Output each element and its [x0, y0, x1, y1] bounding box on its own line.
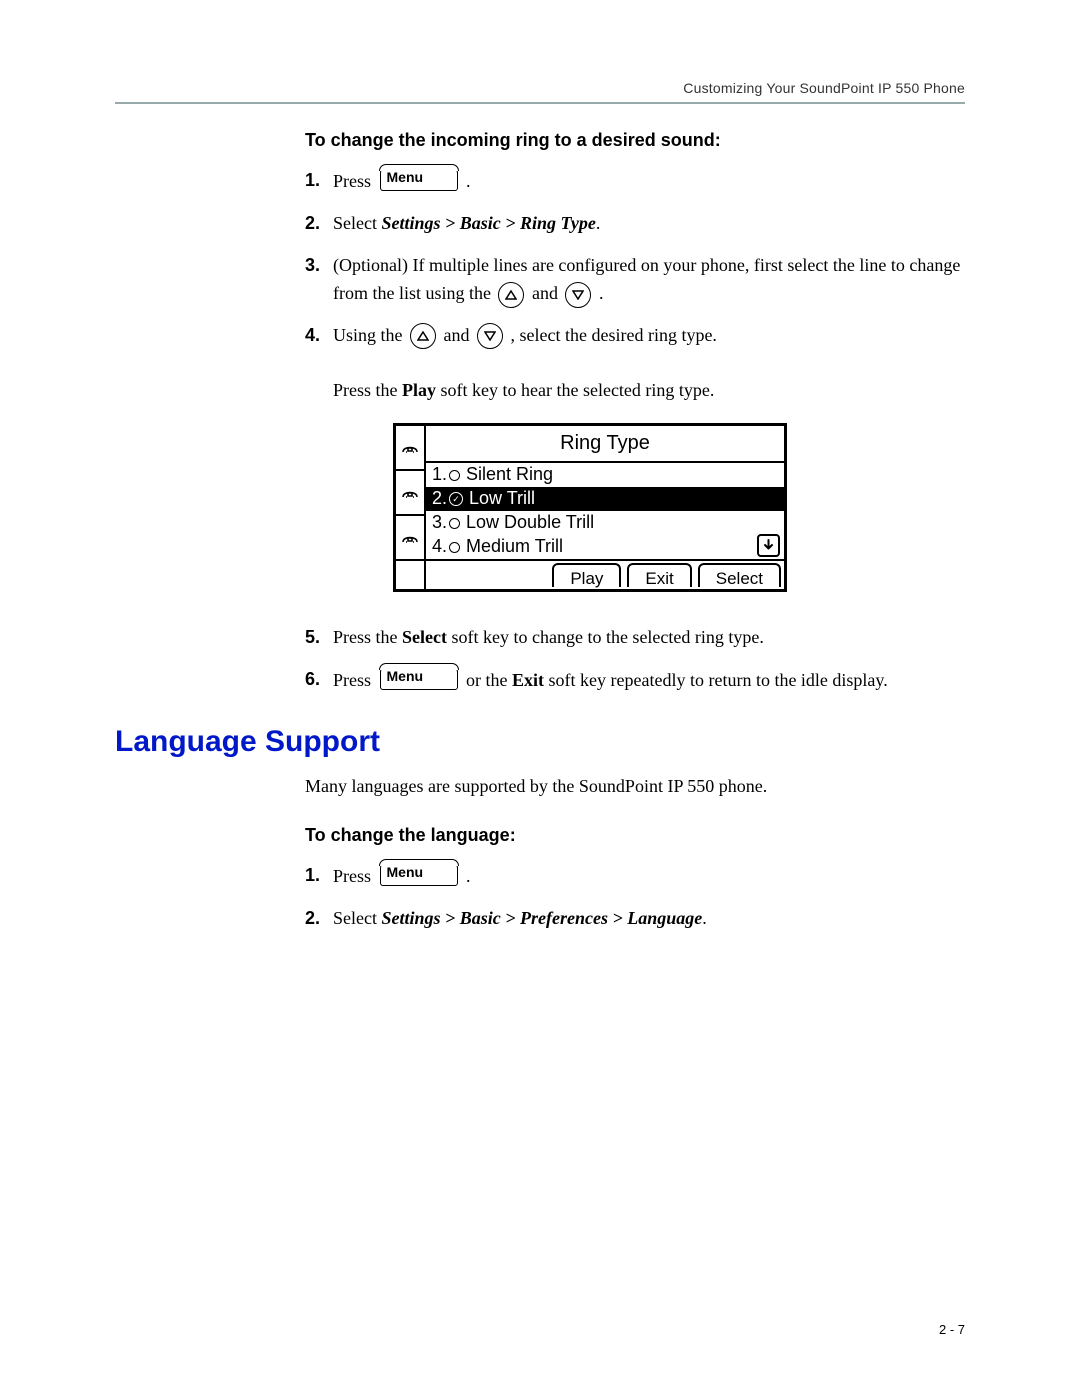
- step-body: Select Settings > Basic > Ring Type.: [333, 210, 965, 238]
- text: and: [532, 283, 563, 303]
- step-number: 4.: [305, 322, 333, 350]
- menu-button-icon: Menu: [380, 167, 458, 191]
- line-icon: [396, 516, 424, 559]
- step-body: Press Menu .: [333, 167, 965, 196]
- scroll-down-icon: [757, 534, 780, 557]
- running-head: Customizing Your SoundPoint IP 550 Phone: [115, 80, 965, 96]
- text: and: [444, 325, 475, 345]
- page: Customizing Your SoundPoint IP 550 Phone…: [0, 0, 1080, 1397]
- lcd-list: 1. Silent Ring 2. ✓ Low Trill: [426, 463, 784, 559]
- menu-button-icon: Menu: [380, 862, 458, 886]
- text: Press the: [333, 380, 402, 400]
- header-rule: [115, 102, 965, 104]
- step-body: Press Menu .: [333, 862, 965, 891]
- text: Press the: [333, 627, 402, 647]
- menu-button-icon: Menu: [380, 666, 458, 690]
- step-number: 2.: [305, 210, 333, 238]
- lcd-title: Ring Type: [426, 426, 784, 463]
- content-column: Many languages are supported by the Soun…: [305, 773, 965, 933]
- softkey-name: Exit: [512, 670, 544, 690]
- step-5: 5. Press the Select soft key to change t…: [305, 624, 965, 652]
- step-2: 2. Select Settings > Basic > Ring Type.: [305, 210, 965, 238]
- text: Select: [333, 213, 381, 233]
- procedure-title-language: To change the language:: [305, 825, 965, 846]
- step-1: 1. Press Menu .: [305, 862, 965, 891]
- phone-lcd: Ring Type 1. Silent Ring 2.: [393, 423, 787, 592]
- line-icon: [396, 426, 424, 471]
- step-1: 1. Press Menu .: [305, 167, 965, 196]
- text: , select the desired ring type.: [511, 325, 717, 345]
- text: Press: [333, 670, 376, 690]
- step-body: Press Menu or the Exit soft key repeated…: [333, 666, 965, 695]
- lcd-body: Ring Type 1. Silent Ring 2.: [426, 426, 784, 559]
- step-number: 6.: [305, 666, 333, 694]
- menu-path: Settings > Basic > Preferences > Languag…: [381, 908, 702, 928]
- text: (Optional) If multiple lines are configu…: [333, 255, 960, 303]
- step-6: 6. Press Menu or the Exit soft key repea…: [305, 666, 965, 695]
- softkey-spacer: [396, 561, 426, 589]
- text: soft key repeatedly to return to the idl…: [544, 670, 888, 690]
- softkey-exit: Exit: [627, 563, 691, 587]
- step-3: 3. (Optional) If multiple lines are conf…: [305, 252, 965, 308]
- text: or the: [466, 670, 512, 690]
- step-number: 1.: [305, 862, 333, 890]
- step-number: 2.: [305, 905, 333, 933]
- text: soft key to hear the selected ring type.: [436, 380, 714, 400]
- softkey-select: Select: [698, 563, 781, 587]
- softkey-name: Select: [402, 627, 447, 647]
- step-2: 2. Select Settings > Basic > Preferences…: [305, 905, 965, 933]
- intro-paragraph: Many languages are supported by the Soun…: [305, 773, 965, 801]
- section-heading-language: Language Support: [115, 725, 965, 759]
- text: .: [466, 171, 471, 191]
- menu-path: Settings > Basic > Ring Type: [381, 213, 595, 233]
- step-number: 3.: [305, 252, 333, 280]
- line-icon: [396, 471, 424, 516]
- softkey-name: Play: [402, 380, 436, 400]
- down-arrow-icon: [565, 282, 591, 308]
- phone-screen-figure: Ring Type 1. Silent Ring 2.: [393, 423, 965, 592]
- radio-empty-icon: [449, 518, 460, 529]
- text: soft key to change to the selected ring …: [447, 627, 764, 647]
- radio-checked-icon: ✓: [449, 492, 463, 506]
- text: .: [596, 213, 601, 233]
- softkey-play: Play: [552, 563, 621, 587]
- lcd-row: 1. Silent Ring: [426, 463, 784, 487]
- up-arrow-icon: [410, 323, 436, 349]
- procedure-title-ring: To change the incoming ring to a desired…: [305, 130, 965, 151]
- softkey-spacer: [426, 561, 549, 589]
- text: Select: [333, 908, 381, 928]
- lcd-row: 3. Low Double Trill: [426, 511, 784, 535]
- row-label: Medium Trill: [466, 533, 563, 561]
- row-index: 4.: [432, 533, 447, 561]
- step-body: Press the Select soft key to change to t…: [333, 624, 965, 652]
- content-column: To change the incoming ring to a desired…: [305, 130, 965, 695]
- line-icons: [396, 426, 426, 559]
- lcd-row-selected: 2. ✓ Low Trill: [426, 487, 784, 511]
- text: Using the: [333, 325, 407, 345]
- step-body: Select Settings > Basic > Preferences > …: [333, 905, 965, 933]
- text: .: [466, 866, 471, 886]
- step-number: 1.: [305, 167, 333, 195]
- down-arrow-icon: [477, 323, 503, 349]
- radio-empty-icon: [449, 470, 460, 481]
- text: Press: [333, 866, 376, 886]
- radio-empty-icon: [449, 542, 460, 553]
- lcd-row: 4. Medium Trill: [426, 535, 784, 559]
- lcd-top: Ring Type 1. Silent Ring 2.: [396, 426, 784, 559]
- lcd-softkeys: Play Exit Select: [396, 559, 784, 589]
- text: Press: [333, 171, 376, 191]
- step-number: 5.: [305, 624, 333, 652]
- text: .: [599, 283, 604, 303]
- step-4: 4. Using the and , select the desired ri…: [305, 322, 965, 611]
- step-body: (Optional) If multiple lines are configu…: [333, 252, 965, 308]
- step-body: Using the and , select the desired ring …: [333, 322, 965, 611]
- text: .: [702, 908, 707, 928]
- language-steps: 1. Press Menu . 2. Select Settings > Bas…: [305, 862, 965, 933]
- page-number: 2 - 7: [939, 1322, 965, 1337]
- ring-steps: 1. Press Menu . 2. Select Settings > Bas…: [305, 167, 965, 695]
- up-arrow-icon: [498, 282, 524, 308]
